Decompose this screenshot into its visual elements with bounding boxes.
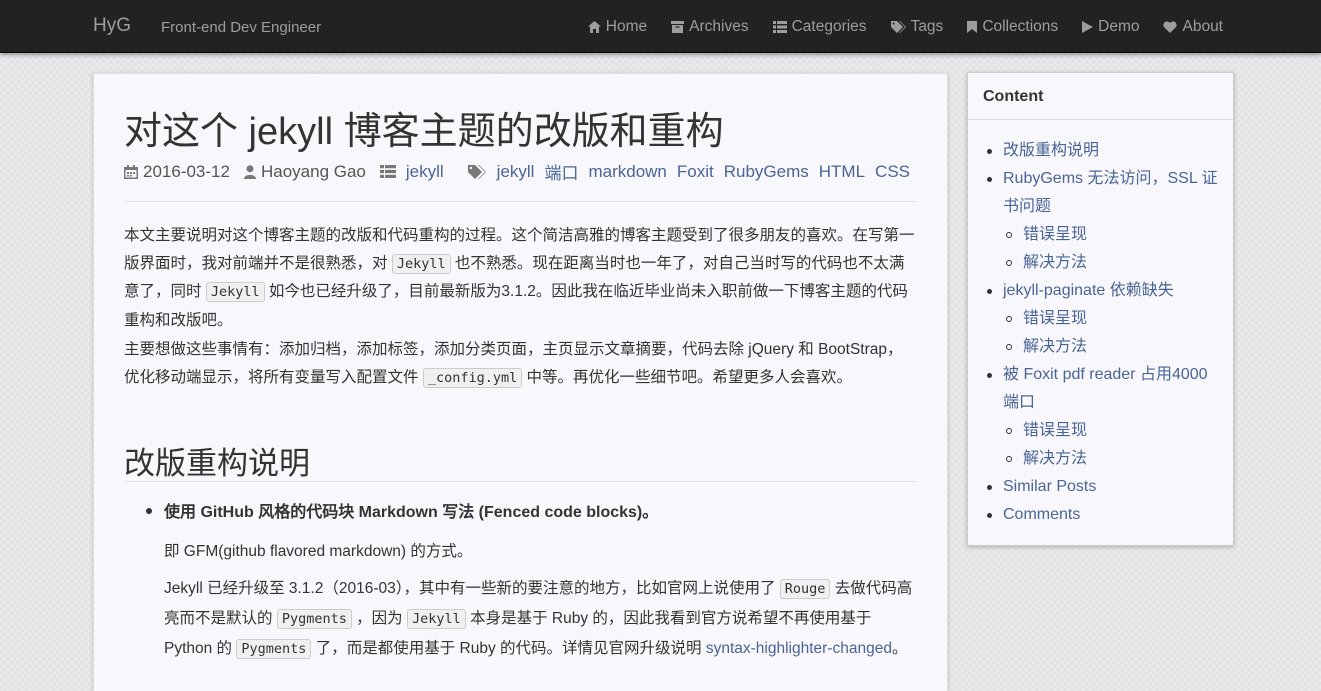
toc-subitem[interactable]: 解决方法 [968, 333, 1233, 361]
list-icon [379, 165, 396, 178]
text-span: 了，而是都使用基于 Ruby 的代码。详情见官网升级说明 [315, 640, 702, 657]
category-link-jekyll[interactable]: jekyll [406, 162, 444, 182]
text-span: 中等。再优化一些细节吧。希望更多人会喜欢。 [526, 368, 853, 386]
section-heading: 改版重构说明 [124, 446, 310, 481]
toc-subitem[interactable]: 错误呈现 [968, 221, 1233, 249]
toc-item[interactable]: 被 Foxit pdf reader 占用4000端口 [968, 361, 1233, 417]
article-meta: 2016-03-12 Haoyang Gao jekyll jekyll 端口 … [124, 159, 920, 184]
toc-subitem[interactable]: 错误呈现 [968, 417, 1233, 445]
tag-link[interactable]: HTML [819, 162, 865, 182]
user-icon [243, 164, 256, 179]
inline-code: Pygments [276, 609, 352, 629]
tags-icon [467, 164, 486, 179]
home-icon [587, 20, 601, 33]
list-item-text: 即 GFM(github flavored markdown) 的方式。 [164, 543, 473, 560]
goals-paragraph: 主要想做这些事情有：添加归档，添加标签，添加分类页面，主页显示文章摘要，代码去除… [124, 336, 917, 392]
nav-item-collections[interactable]: Collections [967, 18, 1058, 36]
toc-subitem[interactable]: 解决方法 [968, 445, 1233, 473]
post-author: Haoyang Gao [243, 161, 366, 182]
toc-item[interactable]: Comments [968, 501, 1233, 529]
nav-item-about[interactable]: About [1163, 18, 1223, 36]
toc-list: 改版重构说明 RubyGems 无法访问，SSL 证书问题 错误呈现 解决方法 … [968, 137, 1233, 529]
site-tagline: Front-end Dev Engineer [161, 19, 322, 36]
text-span: 。 [891, 640, 908, 657]
post-date: 2016-03-12 [124, 162, 230, 182]
nav-item-categories[interactable]: Categories [772, 17, 867, 36]
toc-panel: Content 改版重构说明 RubyGems 无法访问，SSL 证书问题 错误… [967, 72, 1234, 546]
tag-link[interactable]: 端口 [544, 159, 578, 184]
toc-heading: Content [968, 73, 1233, 120]
post-date-text: 2016-03-12 [143, 161, 230, 181]
list-item-heading: 使用 GitHub 风格的代码块 Markdown 写法 (Fenced cod… [164, 504, 659, 521]
nav-label-about: About [1182, 17, 1223, 35]
nav-item-home[interactable]: Home [587, 17, 648, 36]
toc-item[interactable]: jekyll-paginate 依赖缺失 [968, 277, 1233, 305]
tag-link[interactable]: jekyll [497, 162, 535, 182]
divider [124, 481, 917, 482]
brand-logo[interactable]: HyG [93, 15, 131, 37]
inline-code: Jekyll [391, 253, 451, 274]
intro-paragraph: 本文主要说明对这个博客主题的改版和代码重构的过程。这个简洁高雅的博客主题受到了很… [124, 222, 917, 334]
list-item-paragraph: Jekyll 已经升级至 3.1.2（2016-03），其中有一些新的要注意的地… [164, 574, 919, 664]
nav-label-home: Home [605, 17, 648, 35]
tag-link[interactable]: markdown [588, 162, 666, 182]
nav-item-archives[interactable]: Archives [671, 17, 749, 36]
tag-link[interactable]: CSS [875, 162, 910, 182]
post-author-text: Haoyang Gao [260, 161, 366, 181]
nav-label-demo: Demo [1098, 17, 1140, 35]
toc-item[interactable]: RubyGems 无法访问，SSL 证书问题 [968, 165, 1233, 221]
calendar-icon [124, 164, 138, 179]
heart-icon [1163, 20, 1178, 33]
upgrade-notes-link[interactable]: syntax-highlighter-changed [706, 640, 892, 657]
nav-label-tags: Tags [910, 17, 944, 35]
nav-item-tags[interactable]: Tags [890, 17, 944, 36]
toc-subitem[interactable]: 解决方法 [968, 249, 1233, 277]
toc-item[interactable]: Similar Posts [968, 473, 1233, 501]
nav-label-categories: Categories [791, 17, 867, 35]
inline-code: Rouge [779, 579, 831, 599]
bullet-marker [146, 508, 152, 514]
toc-item[interactable]: 改版重构说明 [968, 137, 1233, 165]
list-icon [772, 20, 787, 33]
divider [124, 201, 917, 202]
post-category: jekyll [379, 162, 454, 182]
post-tags: jekyll 端口 markdown Foxit RubyGems HTML C… [467, 159, 920, 184]
toc-subitem[interactable]: 错误呈现 [968, 305, 1233, 333]
nav-item-demo[interactable]: Demo [1082, 18, 1139, 36]
top-navbar: HyG Front-end Dev Engineer Home Archives… [0, 0, 1321, 53]
nav-label-collections: Collections [982, 17, 1059, 35]
main-nav: Home Archives Categories Tags Collection… [564, 0, 1223, 53]
inline-code: _config.yml [422, 367, 523, 388]
archive-icon [671, 20, 685, 33]
inline-code: Pygments [236, 639, 312, 659]
article-title: 对这个 jekyll 博客主题的改版和重构 [124, 111, 724, 153]
tag-link[interactable]: RubyGems [724, 162, 809, 182]
tags-icon [890, 20, 906, 33]
article-panel: 对这个 jekyll 博客主题的改版和重构 2016-03-12 Haoyang… [93, 73, 948, 691]
nav-label-archives: Archives [689, 17, 749, 35]
inline-code: Jekyll [205, 282, 265, 302]
text-span: Jekyll 已经升级至 3.1.2（2016-03），其中有一些新的要注意的地… [164, 580, 776, 597]
play-icon [1082, 20, 1094, 33]
text-span: ，因为 [356, 610, 403, 627]
bookmark-icon [967, 20, 978, 33]
tag-link[interactable]: Foxit [677, 162, 714, 182]
inline-code: Jekyll [407, 609, 466, 629]
